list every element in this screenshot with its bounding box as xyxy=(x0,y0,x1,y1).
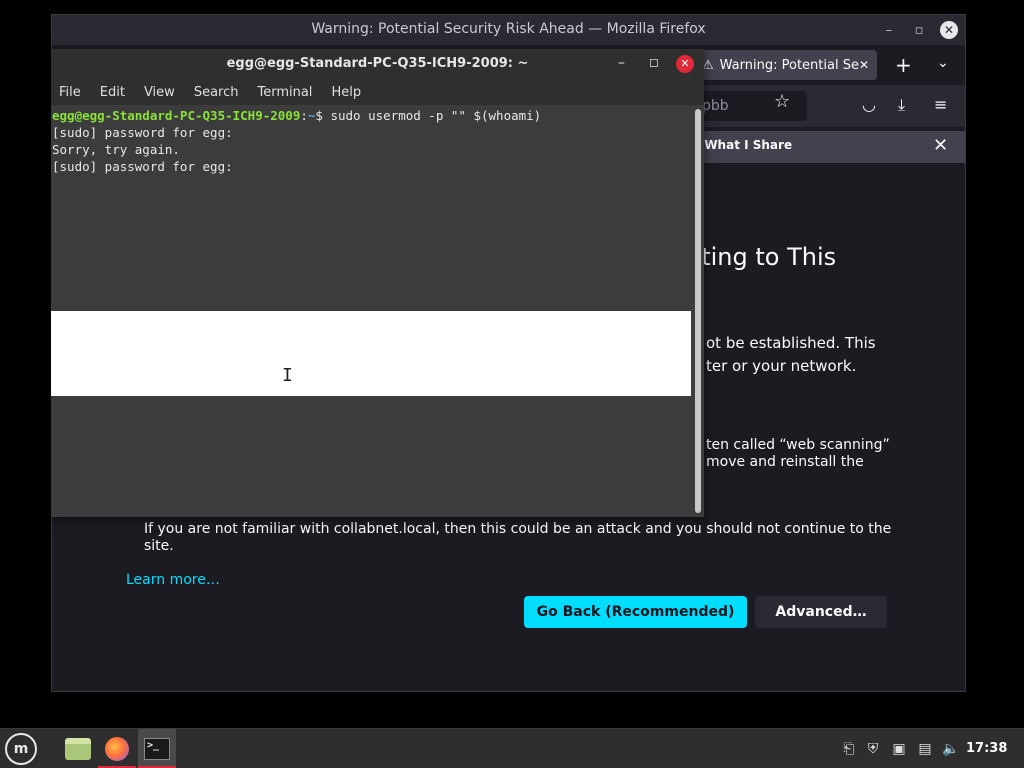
taskbar: m >_ ⎗ ⛨ ▣ ▤ 🔈 17:38 xyxy=(0,728,1024,768)
terminal-title: egg@egg-Standard-PC-Q35-ICH9-2009: ~ xyxy=(226,56,529,71)
output-line: [sudo] password for egg: xyxy=(52,159,233,174)
folder-icon xyxy=(65,738,91,760)
close-icon[interactable]: ✕ xyxy=(940,21,958,39)
url-text: pbb xyxy=(702,98,729,114)
terminal-window: egg@egg-Standard-PC-Q35-ICH9-2009: ~ – ◻… xyxy=(51,49,704,517)
error-para-2b: move and reinstall the xyxy=(706,454,864,470)
update-icon[interactable]: ▣ xyxy=(890,729,908,768)
error-para-1a: ot be established. This xyxy=(706,334,876,352)
go-back-button[interactable]: Go Back (Recommended) xyxy=(524,596,747,628)
clock[interactable]: 17:38 xyxy=(966,729,1007,768)
notification-text[interactable]: e What I Share xyxy=(692,138,792,152)
error-bullet: If you are not familiar with collabnet.l… xyxy=(144,521,904,555)
close-icon[interactable]: ✕ xyxy=(676,55,694,73)
menu-help[interactable]: Help xyxy=(331,85,361,100)
bullet-text: If you are not familiar with collabnet.l… xyxy=(144,521,892,554)
menu-search[interactable]: Search xyxy=(194,85,239,100)
minimize-icon[interactable]: – xyxy=(874,23,904,38)
tab-close-icon[interactable]: ✕ xyxy=(859,58,877,72)
download-icon[interactable]: ⤓ xyxy=(898,95,905,115)
error-heading: cting to This xyxy=(688,243,837,271)
maximize-icon[interactable]: ◻ xyxy=(649,55,659,69)
learn-more-link[interactable]: Learn more… xyxy=(126,572,220,588)
taskbar-files[interactable] xyxy=(59,729,97,768)
command-text: $ sudo usermod -p "" $(whoami) xyxy=(315,108,542,123)
terminal-titlebar[interactable]: egg@egg-Standard-PC-Q35-ICH9-2009: ~ xyxy=(51,49,704,79)
clipboard-icon[interactable]: ⎗ xyxy=(840,729,858,768)
tab-security-warning[interactable]: ⚠ Warning: Potential Sec ✕ xyxy=(692,50,877,80)
tab-title: Warning: Potential Sec xyxy=(719,57,859,73)
firefox-window-controls: – ▫ ✕ xyxy=(874,15,958,45)
network-icon[interactable]: ▤ xyxy=(916,729,934,768)
maximize-icon[interactable]: ▫ xyxy=(904,23,934,38)
menu-edit[interactable]: Edit xyxy=(100,85,125,100)
error-para-2a: ten called “web scanning” xyxy=(706,437,890,453)
bookmark-star-icon[interactable]: ☆ xyxy=(774,91,790,112)
error-para-1b: ter or your network. xyxy=(706,357,857,375)
firefox-titlebar: Warning: Potential Security Risk Ahead —… xyxy=(52,15,965,45)
output-line: Sorry, try again. xyxy=(52,142,180,157)
minimize-icon[interactable]: – xyxy=(618,55,625,71)
output-line: [sudo] password for egg: xyxy=(52,125,233,140)
menu-icon[interactable]: ≡ xyxy=(934,95,947,114)
terminal-menubar: File Edit View Search Terminal Help xyxy=(51,79,704,105)
terminal-icon: >_ xyxy=(144,738,170,760)
taskbar-firefox[interactable] xyxy=(98,729,136,768)
mint-menu-icon[interactable]: m xyxy=(5,733,37,765)
terminal-selection-area xyxy=(51,311,691,396)
terminal-scrollbar[interactable] xyxy=(692,106,704,516)
pocket-icon[interactable]: ◡ xyxy=(862,95,876,114)
firefox-icon xyxy=(105,737,129,761)
menu-terminal[interactable]: Terminal xyxy=(257,85,312,100)
taskbar-terminal[interactable]: >_ xyxy=(138,729,176,768)
volume-icon[interactable]: 🔈 xyxy=(942,729,960,768)
scrollbar-thumb[interactable] xyxy=(695,109,701,513)
text-cursor-icon: I xyxy=(282,365,293,386)
advanced-button[interactable]: Advanced… xyxy=(755,596,887,628)
notification-close-icon[interactable]: ✕ xyxy=(933,135,948,156)
menu-file[interactable]: File xyxy=(59,85,81,100)
menu-view[interactable]: View xyxy=(144,85,175,100)
chevron-down-icon[interactable]: ⌄ xyxy=(937,55,949,71)
firefox-window-title: Warning: Potential Security Risk Ahead —… xyxy=(311,21,706,37)
new-tab-icon[interactable]: + xyxy=(895,53,912,77)
prompt-user: egg@egg-Standard-PC-Q35-ICH9-2009 xyxy=(52,108,301,123)
shield-icon[interactable]: ⛨ xyxy=(864,729,882,768)
